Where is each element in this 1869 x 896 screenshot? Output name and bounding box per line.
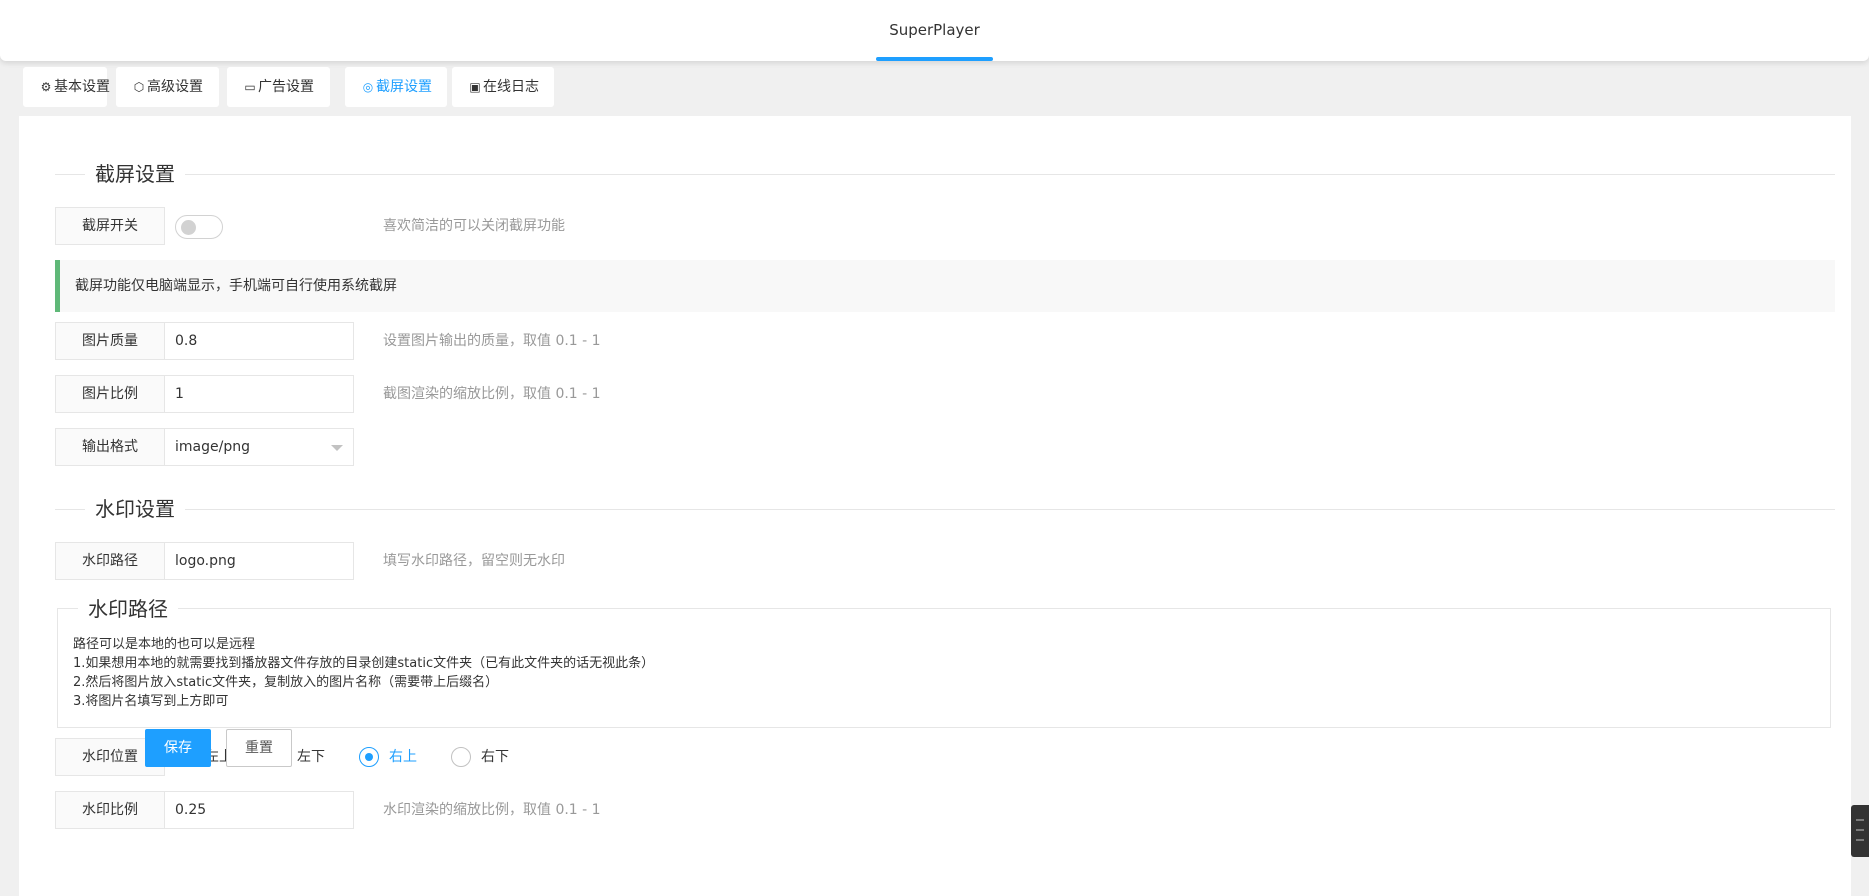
gear-icon: ⚙ xyxy=(40,80,52,94)
divider xyxy=(55,509,1835,510)
camera-icon: ◎ xyxy=(362,80,374,94)
tab-label: 基本设置 xyxy=(54,79,110,95)
field-hint: 设置图片输出的质量，取值 0.1 - 1 xyxy=(383,333,601,349)
tab-advanced-settings[interactable]: ⬡ 高级设置 xyxy=(116,67,219,107)
quality-input[interactable]: 0.8 xyxy=(164,322,354,360)
field-hint: 截图渲染的缩放比例，取值 0.1 - 1 xyxy=(383,386,601,402)
info-body: 路径可以是本地的也可以是远程 1.如果想用本地的就需要找到播放器文件存放的目录创… xyxy=(73,635,654,711)
app-title: SuperPlayer xyxy=(889,21,980,39)
active-tab-underline xyxy=(876,57,993,61)
field-label: 水印路径 xyxy=(55,542,165,580)
widget-bar xyxy=(1856,819,1864,821)
tab-label: 广告设置 xyxy=(258,79,314,95)
cube-icon: ⬡ xyxy=(133,80,145,94)
radio-circle xyxy=(451,747,471,767)
info-line: 1.如果想用本地的就需要找到播放器文件存放的目录创建static文件夹（已有此文… xyxy=(73,656,655,671)
field-label: 水印比例 xyxy=(55,791,165,829)
tab-screenshot-settings[interactable]: ◎ 截屏设置 xyxy=(345,67,447,107)
section-watermark: 水印设置 xyxy=(55,494,1835,524)
field-label: 输出格式 xyxy=(55,428,165,466)
watermark-path-info: 水印路径 路径可以是本地的也可以是远程 1.如果想用本地的就需要找到播放器文件存… xyxy=(57,595,1831,728)
app-title-tab[interactable]: SuperPlayer xyxy=(876,0,993,61)
notice-box: 截屏功能仅电脑端显示，手机端可自行使用系统截屏 xyxy=(55,260,1835,312)
screenshot-toggle[interactable] xyxy=(175,215,223,239)
section-title: 截屏设置 xyxy=(85,159,185,189)
watermark-path-input[interactable]: logo.png xyxy=(164,542,354,580)
radio-label: 右上 xyxy=(389,749,417,765)
section-title: 水印设置 xyxy=(85,494,185,524)
field-label: 图片质量 xyxy=(55,322,165,360)
field-label: 图片比例 xyxy=(55,375,165,413)
format-select[interactable]: image/png xyxy=(164,428,354,466)
radio-label: 左下 xyxy=(297,749,325,765)
widget-bar xyxy=(1856,839,1864,841)
field-label: 截屏开关 xyxy=(55,207,165,245)
tab-label: 截屏设置 xyxy=(376,79,432,95)
save-button[interactable]: 保存 xyxy=(145,729,211,767)
watermark-ratio-input[interactable]: 0.25 xyxy=(164,791,354,829)
scale-input[interactable]: 1 xyxy=(164,375,354,413)
info-line: 路径可以是本地的也可以是远程 xyxy=(73,637,256,652)
tab-online-log[interactable]: ▣ 在线日志 xyxy=(452,67,554,107)
info-title: 水印路径 xyxy=(78,595,178,623)
info-line: 3.将图片名填写到上方即可 xyxy=(73,694,229,709)
side-widget[interactable] xyxy=(1851,805,1869,857)
field-hint: 填写水印路径，留空则无水印 xyxy=(383,553,565,569)
tab-ad-settings[interactable]: ▭ 广告设置 xyxy=(227,67,330,107)
radio-circle xyxy=(359,747,379,767)
section-screenshot: 截屏设置 xyxy=(55,159,1835,189)
reset-button[interactable]: 重置 xyxy=(226,729,292,767)
divider xyxy=(55,174,1835,175)
tab-basic-settings[interactable]: ⚙ 基本设置 xyxy=(23,67,110,107)
tab-label: 在线日志 xyxy=(483,79,539,95)
chevron-down-icon xyxy=(331,445,343,451)
tab-label: 高级设置 xyxy=(147,79,203,95)
top-bar: SuperPlayer xyxy=(0,0,1869,61)
window-icon: ▭ xyxy=(244,80,256,94)
select-value: image/png xyxy=(175,439,250,455)
settings-panel: 截屏设置 截屏开关 喜欢简洁的可以关闭截屏功能 截屏功能仅电脑端显示，手机端可自… xyxy=(19,116,1851,896)
info-line: 2.然后将图片放入static文件夹，复制放入的图片名称（需要带上后缀名） xyxy=(73,675,499,690)
log-icon: ▣ xyxy=(469,80,481,94)
widget-bar xyxy=(1856,829,1864,831)
radio-label: 右下 xyxy=(481,749,509,765)
field-hint: 水印渲染的缩放比例，取值 0.1 - 1 xyxy=(383,802,601,818)
field-hint: 喜欢简洁的可以关闭截屏功能 xyxy=(383,218,565,234)
toggle-knob xyxy=(181,220,196,235)
